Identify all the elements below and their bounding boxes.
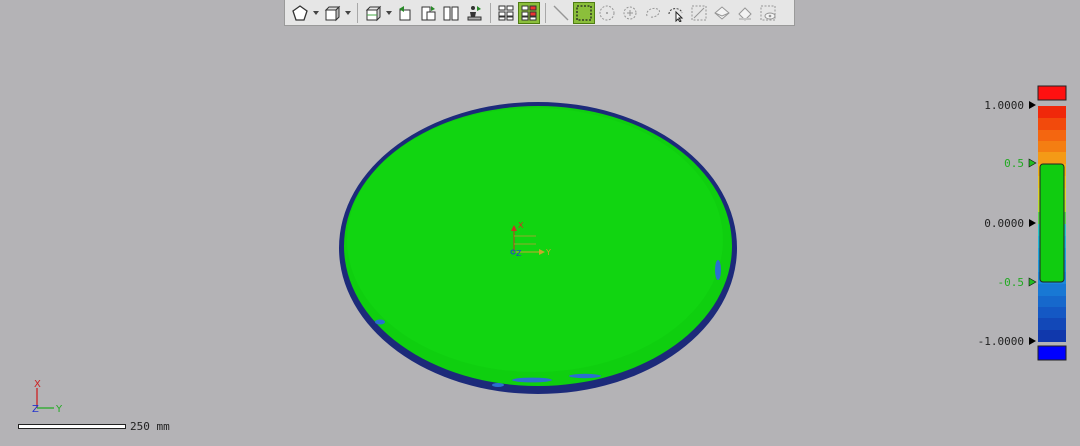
color-legend: 1.0000 0.5 0.0000 -0.5 -1.0000 (978, 0, 1080, 446)
triad-x-label: X (34, 379, 41, 390)
scale-bar: 250 mm (18, 420, 198, 434)
part-surface-highlight (347, 108, 723, 372)
triad-y-label: Y (55, 404, 63, 415)
origin-z-label: Z (516, 249, 522, 258)
origin-y-label: Y (545, 248, 551, 257)
legend-lower-tol-label: -0.5 (997, 276, 1025, 289)
within-tolerance-band (1039, 163, 1065, 283)
legend-markers (1028, 101, 1037, 345)
zero-marker (1029, 219, 1036, 227)
legend-min-label: -1.0000 (977, 335, 1024, 348)
min-marker (1029, 337, 1036, 345)
upper-tol-marker (1028, 158, 1037, 168)
over-limit-swatch (1037, 85, 1067, 101)
legend-max-label: 1.0000 (984, 99, 1024, 112)
3d-viewport[interactable]: X Y Z (0, 0, 1080, 420)
scale-bar-label: 250 mm (130, 420, 170, 433)
scale-bar-line (18, 424, 126, 429)
legend-upper-tol-label: 0.5 (1004, 157, 1024, 170)
origin-x-label: X (518, 221, 524, 230)
lower-tol-marker (1028, 277, 1037, 287)
max-marker (1029, 101, 1036, 109)
under-limit-swatch (1037, 345, 1067, 361)
axis-triad: X Y Z (32, 379, 63, 415)
triad-z-label: Z (32, 404, 39, 415)
legend-zero-label: 0.0000 (984, 217, 1024, 230)
